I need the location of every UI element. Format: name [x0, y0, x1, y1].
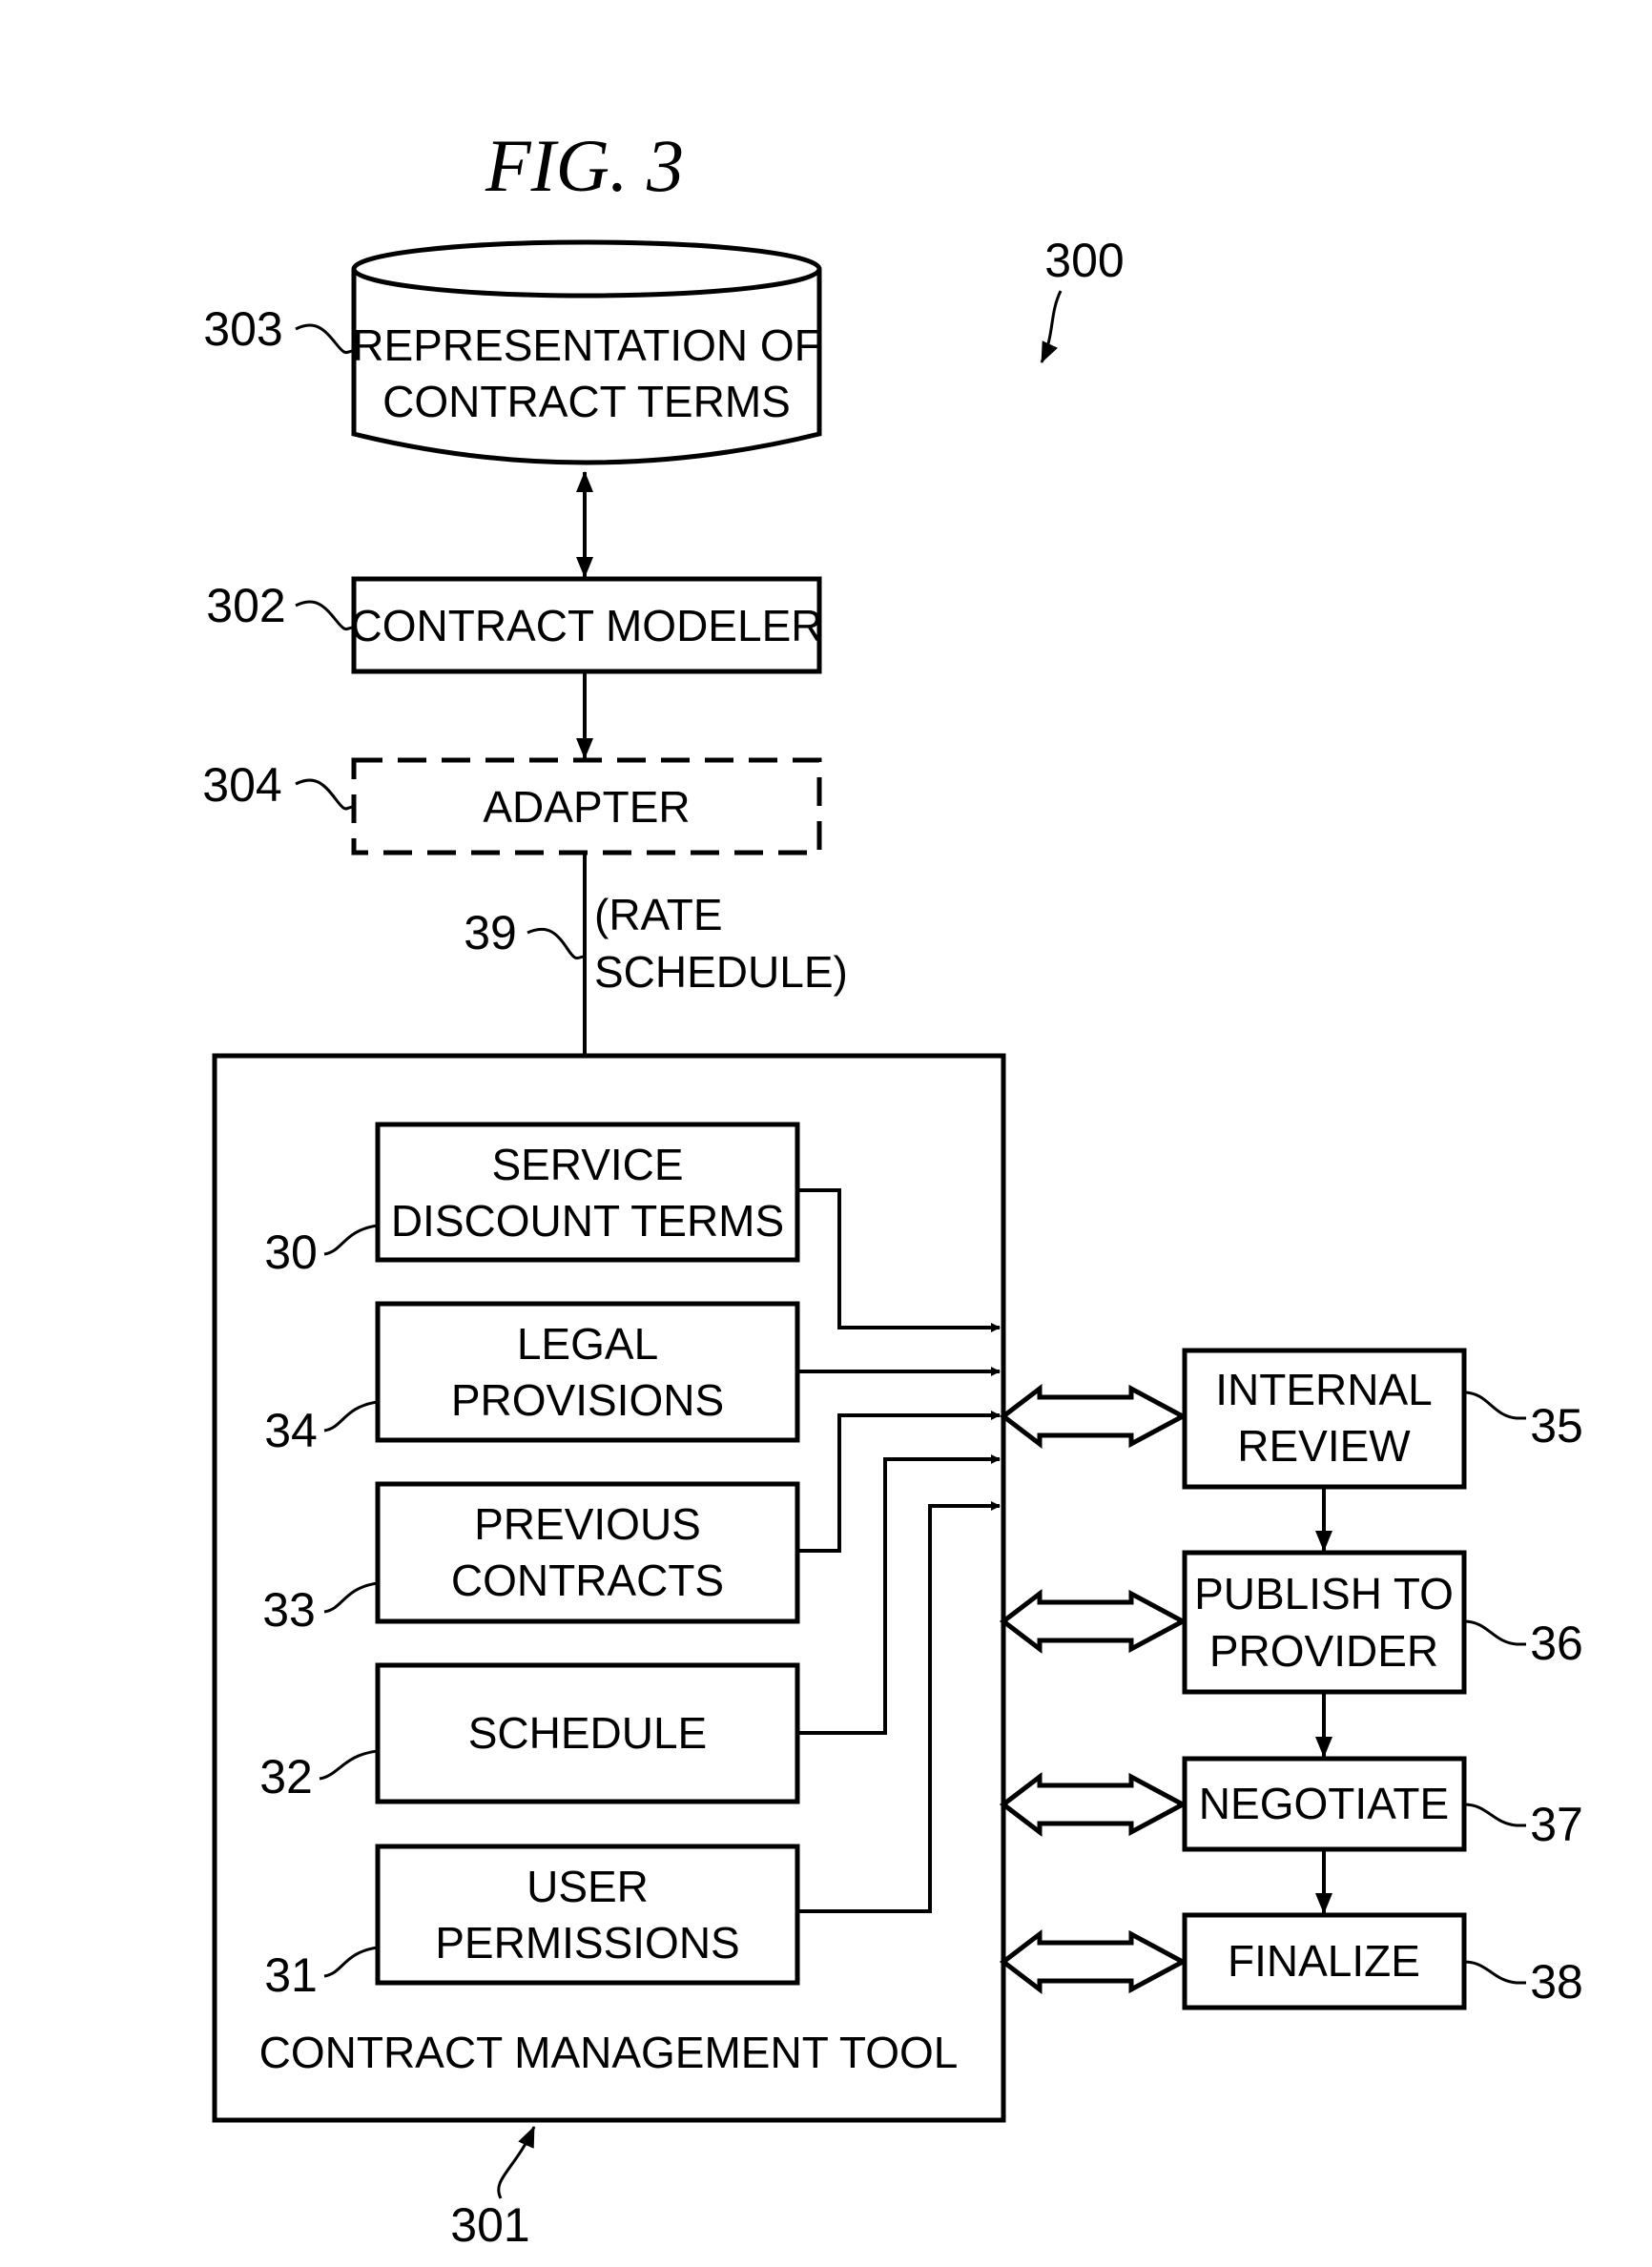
figure-title: FIG. 3 [485, 124, 684, 207]
inner-box-line: USER [527, 1862, 649, 1911]
workflow-line: FINALIZE [1228, 1936, 1420, 1986]
repository-line-1: REPRESENTATION OF [352, 320, 821, 370]
system-ref-label: 300 [1044, 234, 1124, 287]
workflow-line: PUBLISH TO [1194, 1569, 1454, 1618]
inner-box-line: PERMISSIONS [435, 1918, 740, 1968]
inner-box-line: LEGAL [517, 1319, 658, 1369]
double-arrow-negotiate [999, 1771, 1188, 1838]
workflow-ref: 37 [1530, 1798, 1583, 1851]
workflow-line: PROVIDER [1209, 1626, 1438, 1676]
inner-box-ref: 32 [259, 1750, 313, 1803]
inner-box-line: PREVIOUS [474, 1499, 701, 1549]
inner-box-ref: 30 [264, 1226, 318, 1279]
repository-cylinder: REPRESENTATION OF CONTRACT TERMS [351, 239, 822, 465]
inner-box-line: SCHEDULE [468, 1708, 708, 1758]
contract-modeler-label: CONTRACT MODELER [351, 601, 823, 650]
repository-ref: 303 [203, 302, 282, 356]
repository-leader [295, 323, 355, 355]
adapter-leader [295, 778, 355, 811]
adapter-ref: 304 [202, 758, 281, 812]
workflow-ref: 36 [1530, 1617, 1583, 1670]
inner-box-ref: 34 [264, 1404, 318, 1457]
workflow-leader [1463, 1960, 1526, 1985]
workflow-line: NEGOTIATE [1199, 1779, 1449, 1828]
repository-line-2: CONTRACT TERMS [382, 377, 791, 426]
workflow-line: INTERNAL [1215, 1365, 1432, 1414]
rate-schedule-leader [527, 927, 586, 960]
tool-ref-arrow [497, 2126, 536, 2199]
workflow-internal-review: INTERNAL REVIEW 35 [1182, 1348, 1583, 1490]
adapter-label: ADAPTER [483, 782, 690, 832]
workflow-leader [1463, 1803, 1526, 1827]
rate-schedule-ref: 39 [464, 906, 517, 959]
inner-box-line: PROVISIONS [451, 1375, 724, 1425]
contract-management-tool-ref: 301 [450, 2198, 529, 2252]
contract-modeler-leader [295, 600, 355, 631]
diagram-canvas: FIG. 3 300 REPRESENTATION OF CONTRACT TE… [202, 124, 1583, 2252]
inner-box-ref: 33 [262, 1583, 316, 1637]
inner-box-line: DISCOUNT TERMS [391, 1196, 784, 1246]
double-arrow-finalize [999, 1928, 1188, 1995]
workflow-line: REVIEW [1237, 1421, 1411, 1471]
inner-box-line: SERVICE [491, 1140, 683, 1189]
inner-box-ref: 31 [264, 1948, 318, 2002]
double-arrow-publish [999, 1588, 1188, 1655]
system-ref-arrow [1040, 290, 1063, 363]
workflow-publish-to-provider: PUBLISH TO PROVIDER 36 [1182, 1550, 1583, 1695]
contract-management-tool-label: CONTRACT MANAGEMENT TOOL [259, 2028, 959, 2077]
workflow-leader [1463, 1391, 1526, 1420]
workflow-finalize: FINALIZE 38 [1182, 1912, 1583, 2010]
rate-schedule-line-1: (RATE [594, 890, 723, 939]
workflow-ref: 38 [1530, 1955, 1583, 2009]
rate-schedule-line-2: SCHEDULE) [594, 947, 848, 997]
workflow-ref: 35 [1530, 1399, 1583, 1453]
workflow-negotiate: NEGOTIATE 37 [1182, 1756, 1583, 1852]
inner-box-line: CONTRACTS [451, 1556, 724, 1605]
double-arrow-internal-review [999, 1383, 1188, 1450]
contract-modeler-ref: 302 [206, 579, 285, 632]
workflow-leader [1463, 1619, 1526, 1646]
